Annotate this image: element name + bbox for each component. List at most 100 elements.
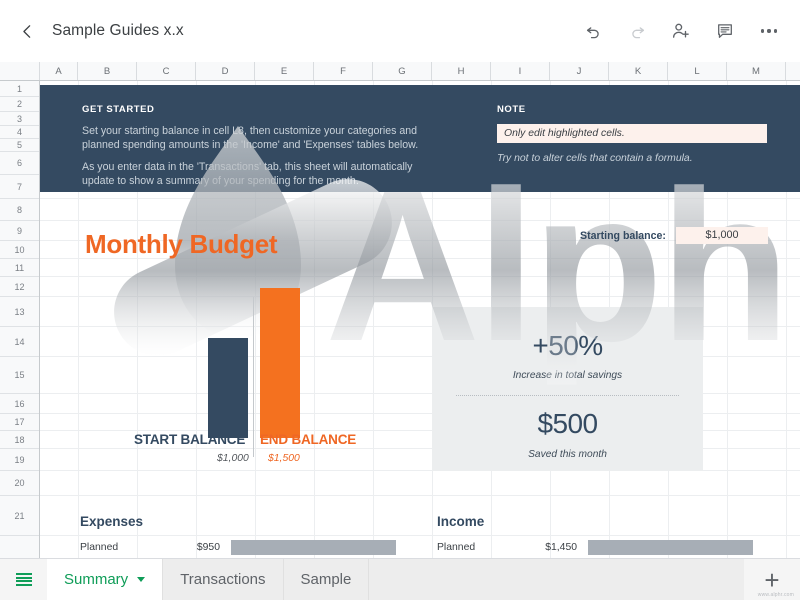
- savings-percent: +50%: [532, 330, 604, 361]
- bar-label-start: START BALANCE: [134, 432, 246, 447]
- expenses-planned-label: Planned: [80, 542, 119, 553]
- expenses-planned-amount[interactable]: $950: [158, 542, 220, 553]
- savings-panel: +50% Increase in total savings $500 Save…: [432, 307, 703, 471]
- column-header-h[interactable]: H: [432, 62, 491, 80]
- row-header-8[interactable]: 8: [0, 199, 39, 221]
- row-header-12[interactable]: 12: [0, 277, 39, 297]
- row-header-19[interactable]: 19: [0, 449, 39, 471]
- bar-label-end: END BALANCE: [260, 432, 357, 447]
- column-header-k[interactable]: K: [609, 62, 668, 80]
- row-header-9[interactable]: 9: [0, 221, 39, 241]
- column-header-row: ABCDEFGHIJKLMN: [0, 62, 800, 81]
- all-sheets-button[interactable]: [0, 559, 47, 600]
- redo-button[interactable]: [620, 14, 654, 48]
- document-title[interactable]: Sample Guides x.x: [52, 22, 184, 40]
- note-subtext: Try not to alter cells that contain a fo…: [497, 153, 693, 164]
- bar-value-end: $1,500: [268, 453, 300, 464]
- app-toolbar: Sample Guides x.x: [0, 0, 800, 62]
- column-header-l[interactable]: L: [668, 62, 727, 80]
- row-header-14[interactable]: 14: [0, 327, 39, 357]
- select-all-corner[interactable]: [0, 62, 40, 80]
- add-person-icon: [673, 23, 689, 38]
- tab-transactions[interactable]: Transactions: [163, 559, 284, 600]
- starting-balance: Starting balance: $1,000: [580, 227, 768, 244]
- expenses-title: Expenses: [80, 514, 144, 529]
- row-header-21[interactable]: 21: [0, 496, 39, 536]
- hamburger-menu-icon: [15, 572, 32, 588]
- tab-label: Transactions: [180, 571, 266, 588]
- income-title: Income: [437, 514, 485, 529]
- column-header-a[interactable]: A: [40, 62, 78, 80]
- column-header-f[interactable]: F: [314, 62, 373, 80]
- bar-end-balance: [260, 288, 300, 438]
- watermark-credit: www.alphr.com: [757, 592, 794, 598]
- instructions-banner: GET STARTED Set your starting balance in…: [40, 85, 800, 192]
- column-header-n[interactable]: N: [786, 62, 800, 80]
- get-started-heading: GET STARTED: [82, 104, 155, 115]
- row-header-1[interactable]: 1: [0, 81, 39, 97]
- expenses-planned-bar: [231, 540, 396, 555]
- column-header-b[interactable]: B: [78, 62, 137, 80]
- page-title: Monthly Budget: [85, 229, 278, 259]
- column-header-i[interactable]: I: [491, 62, 550, 80]
- column-header-d[interactable]: D: [196, 62, 255, 80]
- comment-button[interactable]: [708, 14, 742, 48]
- grid-line-horizontal: [40, 276, 800, 277]
- row-header-6[interactable]: 6: [0, 152, 39, 175]
- get-started-block: GET STARTED Set your starting balance in…: [82, 104, 437, 196]
- tab-bar-filler: [369, 559, 744, 600]
- grid-line-horizontal: [40, 296, 800, 297]
- row-header-10[interactable]: 10: [0, 241, 39, 259]
- bar-chart-divider: [253, 297, 254, 457]
- column-header-e[interactable]: E: [255, 62, 314, 80]
- tab-label: Summary: [64, 571, 129, 588]
- row-header-3[interactable]: 3: [0, 112, 39, 126]
- bar-value-start: $1,000: [217, 453, 249, 464]
- row-header-15[interactable]: 15: [0, 357, 39, 394]
- income-table: Income Planned $1,450: [437, 514, 753, 555]
- savings-percent-caption: Increase in total savings: [512, 370, 623, 381]
- row-header-2[interactable]: 2: [0, 97, 39, 112]
- column-header-c[interactable]: C: [137, 62, 196, 80]
- expenses-table: Expenses Planned $950: [80, 514, 396, 555]
- sheet-tab-bar: Summary Transactions Sample +: [0, 558, 800, 600]
- bar-start-balance: [208, 338, 248, 438]
- column-header-g[interactable]: G: [373, 62, 432, 80]
- note-block: NOTE Only edit highlighted cells. Try no…: [497, 104, 767, 164]
- column-header-m[interactable]: M: [727, 62, 786, 80]
- row-header-5[interactable]: 5: [0, 139, 39, 152]
- row-header-18[interactable]: 18: [0, 431, 39, 449]
- share-button[interactable]: [664, 14, 698, 48]
- column-header-j[interactable]: J: [550, 62, 609, 80]
- grid-line-horizontal: [40, 220, 800, 221]
- income-planned-bar: [588, 540, 753, 555]
- sheet-canvas[interactable]: GET STARTED Set your starting balance in…: [40, 81, 800, 558]
- more-options-button[interactable]: [752, 14, 786, 48]
- undo-icon: [586, 26, 599, 38]
- row-header-11[interactable]: 11: [0, 259, 39, 277]
- starting-balance-input[interactable]: $1,000: [675, 227, 768, 244]
- chevron-down-icon[interactable]: [137, 577, 146, 582]
- income-planned-amount[interactable]: $1,450: [515, 542, 577, 553]
- savings-divider: [456, 395, 679, 396]
- undo-button[interactable]: [576, 14, 610, 48]
- row-header-16[interactable]: 16: [0, 394, 39, 414]
- sheet-tabs: Summary Transactions Sample: [47, 559, 370, 600]
- row-header-7[interactable]: 7: [0, 175, 39, 199]
- savings-amount-caption: Saved this month: [528, 449, 607, 460]
- redo-icon: [631, 26, 644, 38]
- row-header-gutter: 1 2 3 4 5 6 7 8 9 10 11 12 13 14 15 16 17 18 19 20 21: [0, 81, 40, 558]
- back-button[interactable]: [10, 14, 44, 48]
- tab-sample[interactable]: Sample: [283, 559, 370, 600]
- grid-line-horizontal: [40, 198, 800, 199]
- starting-balance-label: Starting balance:: [580, 229, 666, 242]
- table-row: Planned $1,450: [437, 540, 753, 555]
- row-header-4[interactable]: 4: [0, 126, 39, 139]
- note-highlight-cell[interactable]: Only edit highlighted cells.: [497, 124, 767, 143]
- comment-icon: [718, 24, 732, 38]
- grid-line-horizontal: [40, 495, 800, 496]
- row-header-20[interactable]: 20: [0, 471, 39, 496]
- row-header-13[interactable]: 13: [0, 297, 39, 327]
- row-header-17[interactable]: 17: [0, 414, 39, 431]
- tab-summary[interactable]: Summary: [47, 559, 164, 600]
